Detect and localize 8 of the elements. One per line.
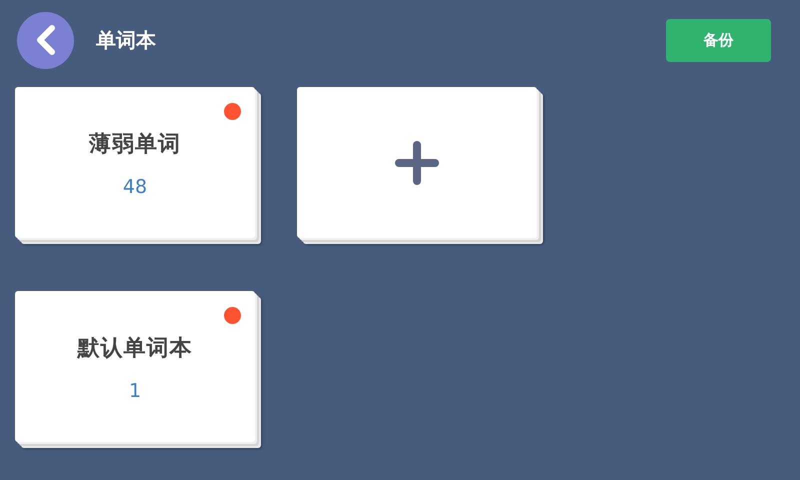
page-title: 单词本 — [96, 27, 156, 54]
notebook-card[interactable]: 默认单词本 1 — [15, 291, 255, 442]
word-count: 48 — [122, 174, 148, 200]
notebook-name: 薄弱单词 — [89, 130, 181, 159]
word-count: 1 — [128, 378, 142, 404]
plus-icon — [393, 138, 441, 186]
notebook-card[interactable]: 薄弱单词 48 — [15, 87, 255, 238]
notebook-name: 默认单词本 — [78, 334, 192, 363]
